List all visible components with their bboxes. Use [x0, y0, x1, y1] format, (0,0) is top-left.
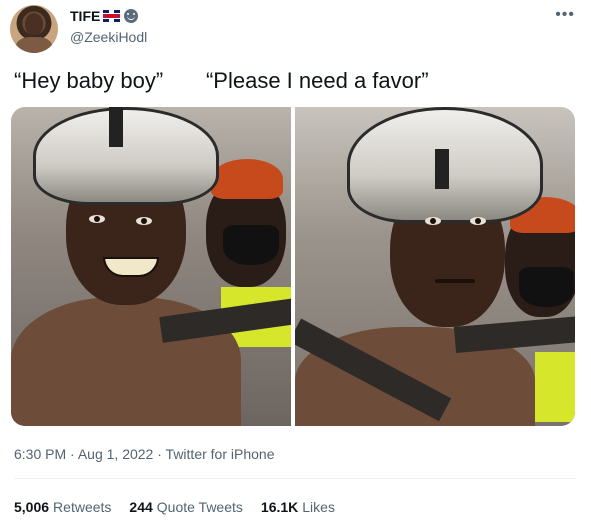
author-name-row[interactable]: TIFE [70, 8, 139, 24]
rider-mouth [435, 279, 475, 283]
likes-label: Likes [302, 499, 335, 515]
background-rider-mask [519, 267, 574, 307]
separator: · [157, 446, 162, 462]
quotes-stat[interactable]: 244 Quote Tweets [129, 499, 243, 515]
likes-count: 16.1K [260, 499, 299, 515]
separator: · [70, 446, 75, 462]
tweet-time[interactable]: 6:30 PM [14, 446, 66, 462]
tweet-timestamp: 6:30 PM · Aug 1, 2022 · Twitter for iPho… [14, 446, 274, 462]
smiley-icon [124, 9, 139, 23]
tweet-media[interactable] [11, 107, 575, 426]
tweet-stats: 5,006 Retweets 244 Quote Tweets 16.1K Likes [14, 499, 335, 515]
tweet-date[interactable]: Aug 1, 2022 [78, 446, 154, 462]
helmet-stripe [435, 149, 449, 189]
likes-stat[interactable]: 16.1K Likes [261, 499, 335, 515]
background-rider-vest [535, 352, 575, 422]
retweets-label: Retweets [53, 499, 112, 515]
background-rider-helmet [211, 159, 283, 199]
uk-flag-icon [103, 10, 121, 22]
avatar-shirt [16, 37, 52, 53]
retweets-stat[interactable]: 5,006 Retweets [14, 499, 111, 515]
media-image-left[interactable] [11, 107, 291, 426]
quotes-count: 244 [129, 499, 153, 515]
avatar-face [25, 13, 43, 35]
rider-eye-left [425, 217, 441, 225]
tweet-source[interactable]: Twitter for iPhone [166, 446, 275, 462]
divider [14, 478, 577, 479]
helmet-stripe [109, 107, 123, 147]
retweets-count: 5,006 [14, 499, 50, 515]
rider-eye-left [89, 215, 105, 223]
rider-eye-right [136, 217, 152, 225]
tweet-text: “Hey baby boy” “Please I need a favor” [14, 68, 429, 93]
media-image-right[interactable] [295, 107, 575, 426]
author-avatar[interactable] [10, 5, 58, 53]
author-handle[interactable]: @ZeekiHodl [70, 29, 147, 45]
background-rider-mask [223, 225, 279, 265]
more-icon[interactable]: ••• [555, 6, 575, 24]
author-display-name[interactable]: TIFE [70, 8, 100, 24]
rider-eye-right [470, 217, 486, 225]
quotes-label: Quote Tweets [156, 499, 243, 515]
rider-helmet [33, 107, 219, 205]
